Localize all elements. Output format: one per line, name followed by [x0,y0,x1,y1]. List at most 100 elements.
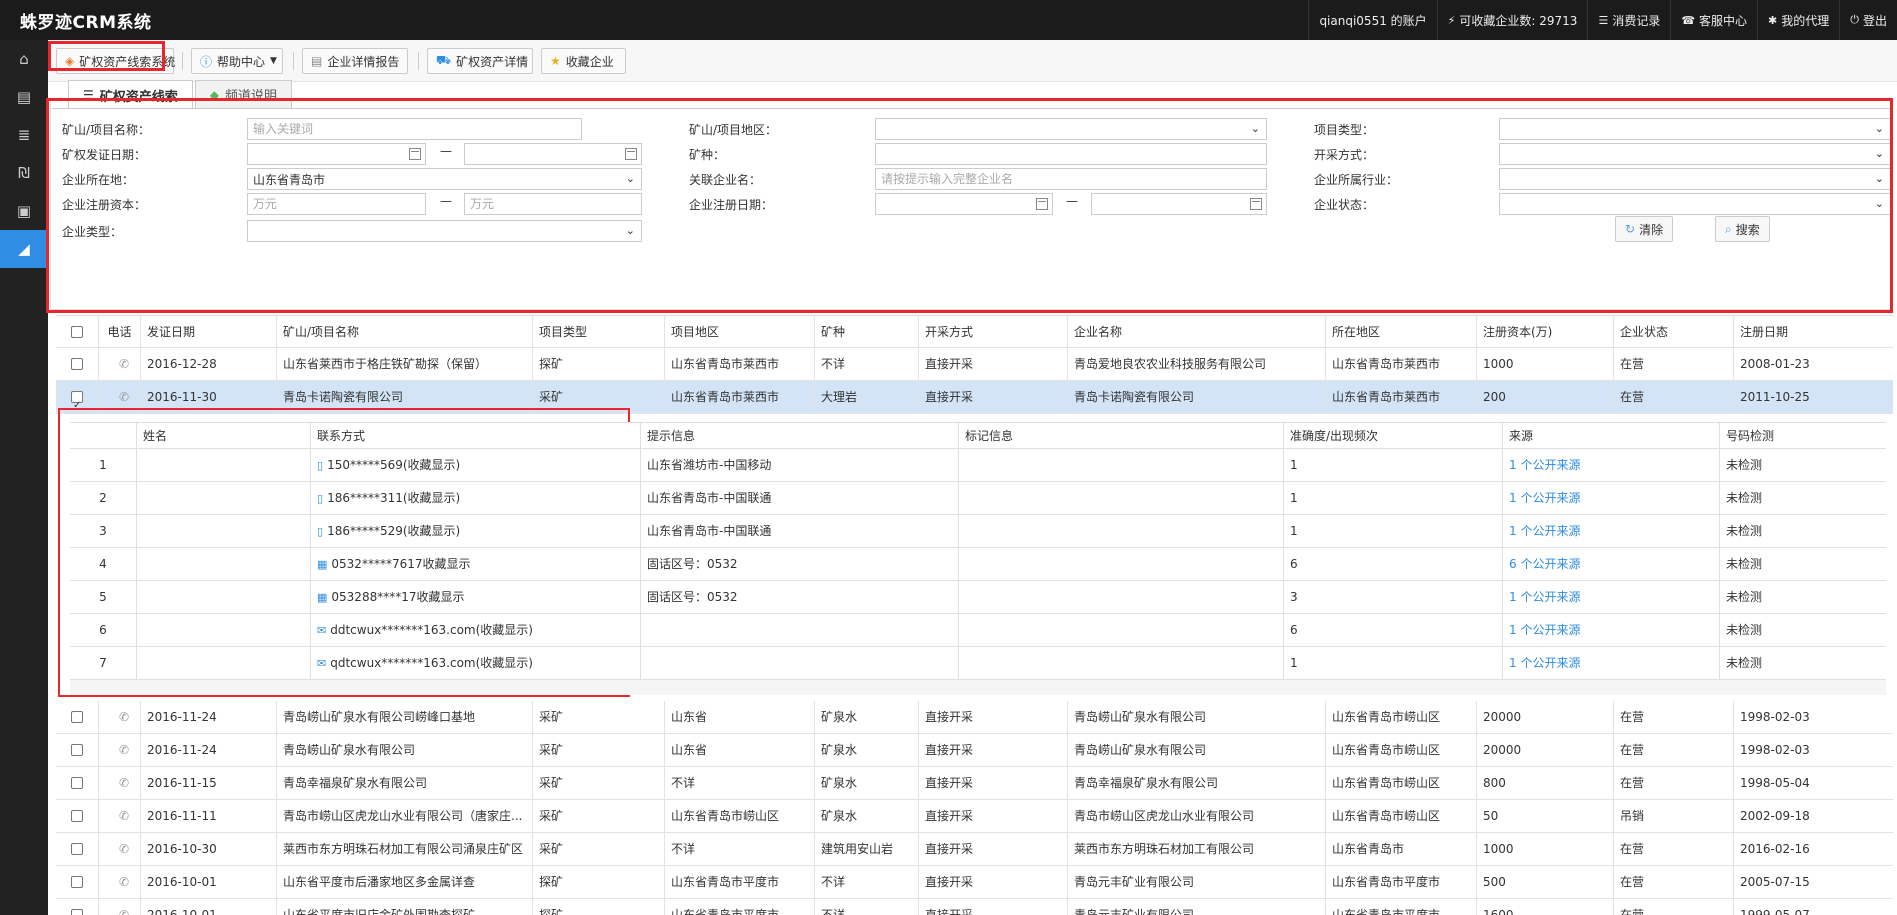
phone-icon[interactable]: ✆ [119,809,129,823]
home-icon: ⌂ [19,50,29,68]
source-link[interactable]: 1 个公开来源 [1509,623,1580,637]
toolbar: ◈ 矿权资产线索系统 ⓘ 帮助中心 ▼ ▤ 企业详情报告 ⛟ 矿权资产详情 ★ … [48,40,1897,82]
table-cell: 在营 [1613,348,1733,381]
phone-cell[interactable]: ✆ [98,833,140,866]
source-link[interactable]: 1 个公开来源 [1509,590,1580,604]
sidebar-item[interactable]: ▣ [0,192,48,230]
phone-icon[interactable]: ✆ [119,357,129,371]
row-checkbox[interactable] [71,777,83,789]
contact-value: 186*****311(收藏显示) [327,491,461,505]
row-checkbox[interactable] [71,744,83,756]
app-title: 蛛罗迹CRM系统 [20,12,152,33]
table-row[interactable]: ✆ 2016-11-11 青岛市崂山区虎龙山水业有限公司（唐家庄... 采矿 山东省青岛… [56,800,1893,833]
phone-icon[interactable]: ✆ [119,776,129,790]
topnav-item[interactable]: ☰ 消费记录 [1587,0,1670,40]
table-cell: 在营 [1613,899,1733,915]
sidebar-item[interactable]: ◢ [0,230,48,268]
row-checkbox[interactable] [71,810,83,822]
phone-cell[interactable]: ✆ [98,734,140,767]
row-index: 4 [99,557,107,571]
table-cell: 不详 [664,767,814,800]
topnav-item[interactable]: ⏻ 登出 [1839,0,1897,40]
phone-cell[interactable]: ✆ [98,348,140,381]
table-cell: 采矿 [532,734,664,767]
sidebar-item[interactable]: ≣ [0,116,48,154]
table-row[interactable]: ✆ 2016-12-28 山东省莱西市于格庄铁矿勘探（保留） 探矿 山东省青岛市莱西市不… [56,348,1893,381]
table-cell: 青岛崂山矿泉水有限公司 [1067,701,1325,734]
phone-icon[interactable]: ✆ [119,908,129,915]
table-cell: 山东省 [664,701,814,734]
source-link[interactable]: 1 个公开来源 [1509,656,1580,670]
topnav-item[interactable]: qianqi0551 的账户 [1308,0,1436,40]
table-cell: 大理岩 [814,381,918,414]
topnav-item[interactable]: ✱ 我的代理 [1757,0,1839,40]
table-cell: 1998-02-03 [1733,701,1893,734]
support-icon: ☎ [1681,13,1696,27]
detail-source-cell: 1 个公开来源 [1502,515,1719,548]
table-cell: 不详 [814,348,918,381]
phone-cell[interactable]: ✆ [98,767,140,800]
table-cell: 在营 [1613,833,1733,866]
sidebar-item[interactable]: ₪ [0,154,48,192]
topnav-item[interactable]: ⚡ 可收藏企业数: 29713 [1436,0,1588,40]
table-row[interactable]: ✆ 2016-11-15 青岛幸福泉矿泉水有限公司 采矿 不详 矿泉水 直接开采 青岛幸福泉矿… [56,767,1893,800]
detail-column-header: 标记信息 [958,423,1283,450]
table-cell: 直接开采 [918,833,1067,866]
phone-icon[interactable]: ✆ [119,743,129,757]
detail-freq-cell: 1 [1283,647,1502,680]
row-checkbox[interactable] [71,843,83,855]
detail-mark-cell [958,449,1283,482]
phone-icon[interactable]: ✆ [119,390,129,404]
table-cell: 青岛卡诺陶瓷有限公司 [1067,381,1325,414]
checkbox-cell [56,767,98,800]
table-cell: 直接开采 [918,348,1067,381]
caret-down-icon: ▼ [270,56,277,66]
phone-icon[interactable]: ✆ [119,710,129,724]
phone-cell[interactable]: ✆ [98,800,140,833]
topnav-item[interactable]: ☎ 客服中心 [1670,0,1757,40]
company-report-button[interactable]: ▤ 企业详情报告 [302,48,408,74]
topnav-label: 可收藏企业数: 29713 [1459,13,1578,28]
table-cell: 青岛元丰矿业有限公司 [1067,866,1325,899]
column-header: 所在地区 [1325,316,1476,349]
detail-check-cell: 未检测 [1719,647,1886,680]
row-checkbox[interactable] [71,389,83,414]
row-checkbox[interactable] [71,326,83,338]
table-cell: 在营 [1613,734,1733,767]
table-row[interactable]: ✆ 2016-10-01 山东省平度市旧店金矿外围勘查探矿 探矿 山东省青岛市平度市 不详… [56,899,1893,915]
table-cell: 在营 [1613,701,1733,734]
table-cell: 青岛崂山矿泉水有限公司 [276,734,532,767]
table-row[interactable]: ✆ 2016-11-24 青岛崂山矿泉水有限公司崂峰口基地 采矿 山东省 矿泉水 直接开采青… [56,701,1893,734]
source-link[interactable]: 1 个公开来源 [1509,524,1580,538]
phone-icon[interactable]: ✆ [119,875,129,889]
phone-icon[interactable]: ✆ [119,842,129,856]
info-icon: ⓘ [200,54,213,69]
source-link[interactable]: 6 个公开来源 [1509,557,1580,571]
table-row[interactable]: ✆ 2016-10-01 山东省平度市后潘家地区多金属详查 探矿 山东省青岛市平度市 不详… [56,866,1893,899]
row-checkbox[interactable] [71,358,83,370]
table-cell: 探矿 [532,866,664,899]
phone-cell[interactable]: ✆ [98,899,140,915]
row-index: 2 [99,491,107,505]
row-index: 1 [99,458,107,472]
row-checkbox[interactable] [71,909,83,915]
phone-cell[interactable]: ✆ [98,866,140,899]
row-checkbox[interactable] [71,876,83,888]
detail-freq-cell: 6 [1283,548,1502,581]
table-row[interactable]: ✆ 2016-10-30 莱西市东方明珠石材加工有限公司涌泉庄矿区 采矿 不详 建筑用安山… [56,833,1893,866]
table-row[interactable]: ✆ 2016-11-24 青岛崂山矿泉水有限公司 采矿 山东省 矿泉水 直接开采 青岛崂山矿泉… [56,734,1893,767]
sidebar-item[interactable]: ▤ [0,78,48,116]
help-center-button[interactable]: ⓘ 帮助中心 ▼ [191,48,283,74]
table-cell: 青岛崂山矿泉水有限公司 [1067,734,1325,767]
source-link[interactable]: 1 个公开来源 [1509,458,1580,472]
source-link[interactable]: 1 个公开来源 [1509,491,1580,505]
phone-cell[interactable]: ✆ [98,701,140,734]
asset-detail-button[interactable]: ⛟ 矿权资产详情 [427,48,533,74]
table-cell: 建筑用安山岩 [814,833,918,866]
favorite-company-button[interactable]: ★ 收藏企业 [541,48,626,74]
row-index: 3 [99,524,107,538]
row-checkbox[interactable] [71,711,83,723]
sidebar-item[interactable]: ⌂ [0,40,48,78]
column-header: 项目地区 [664,316,814,349]
contact-value: 0532*****7617收藏显示 [331,557,471,571]
